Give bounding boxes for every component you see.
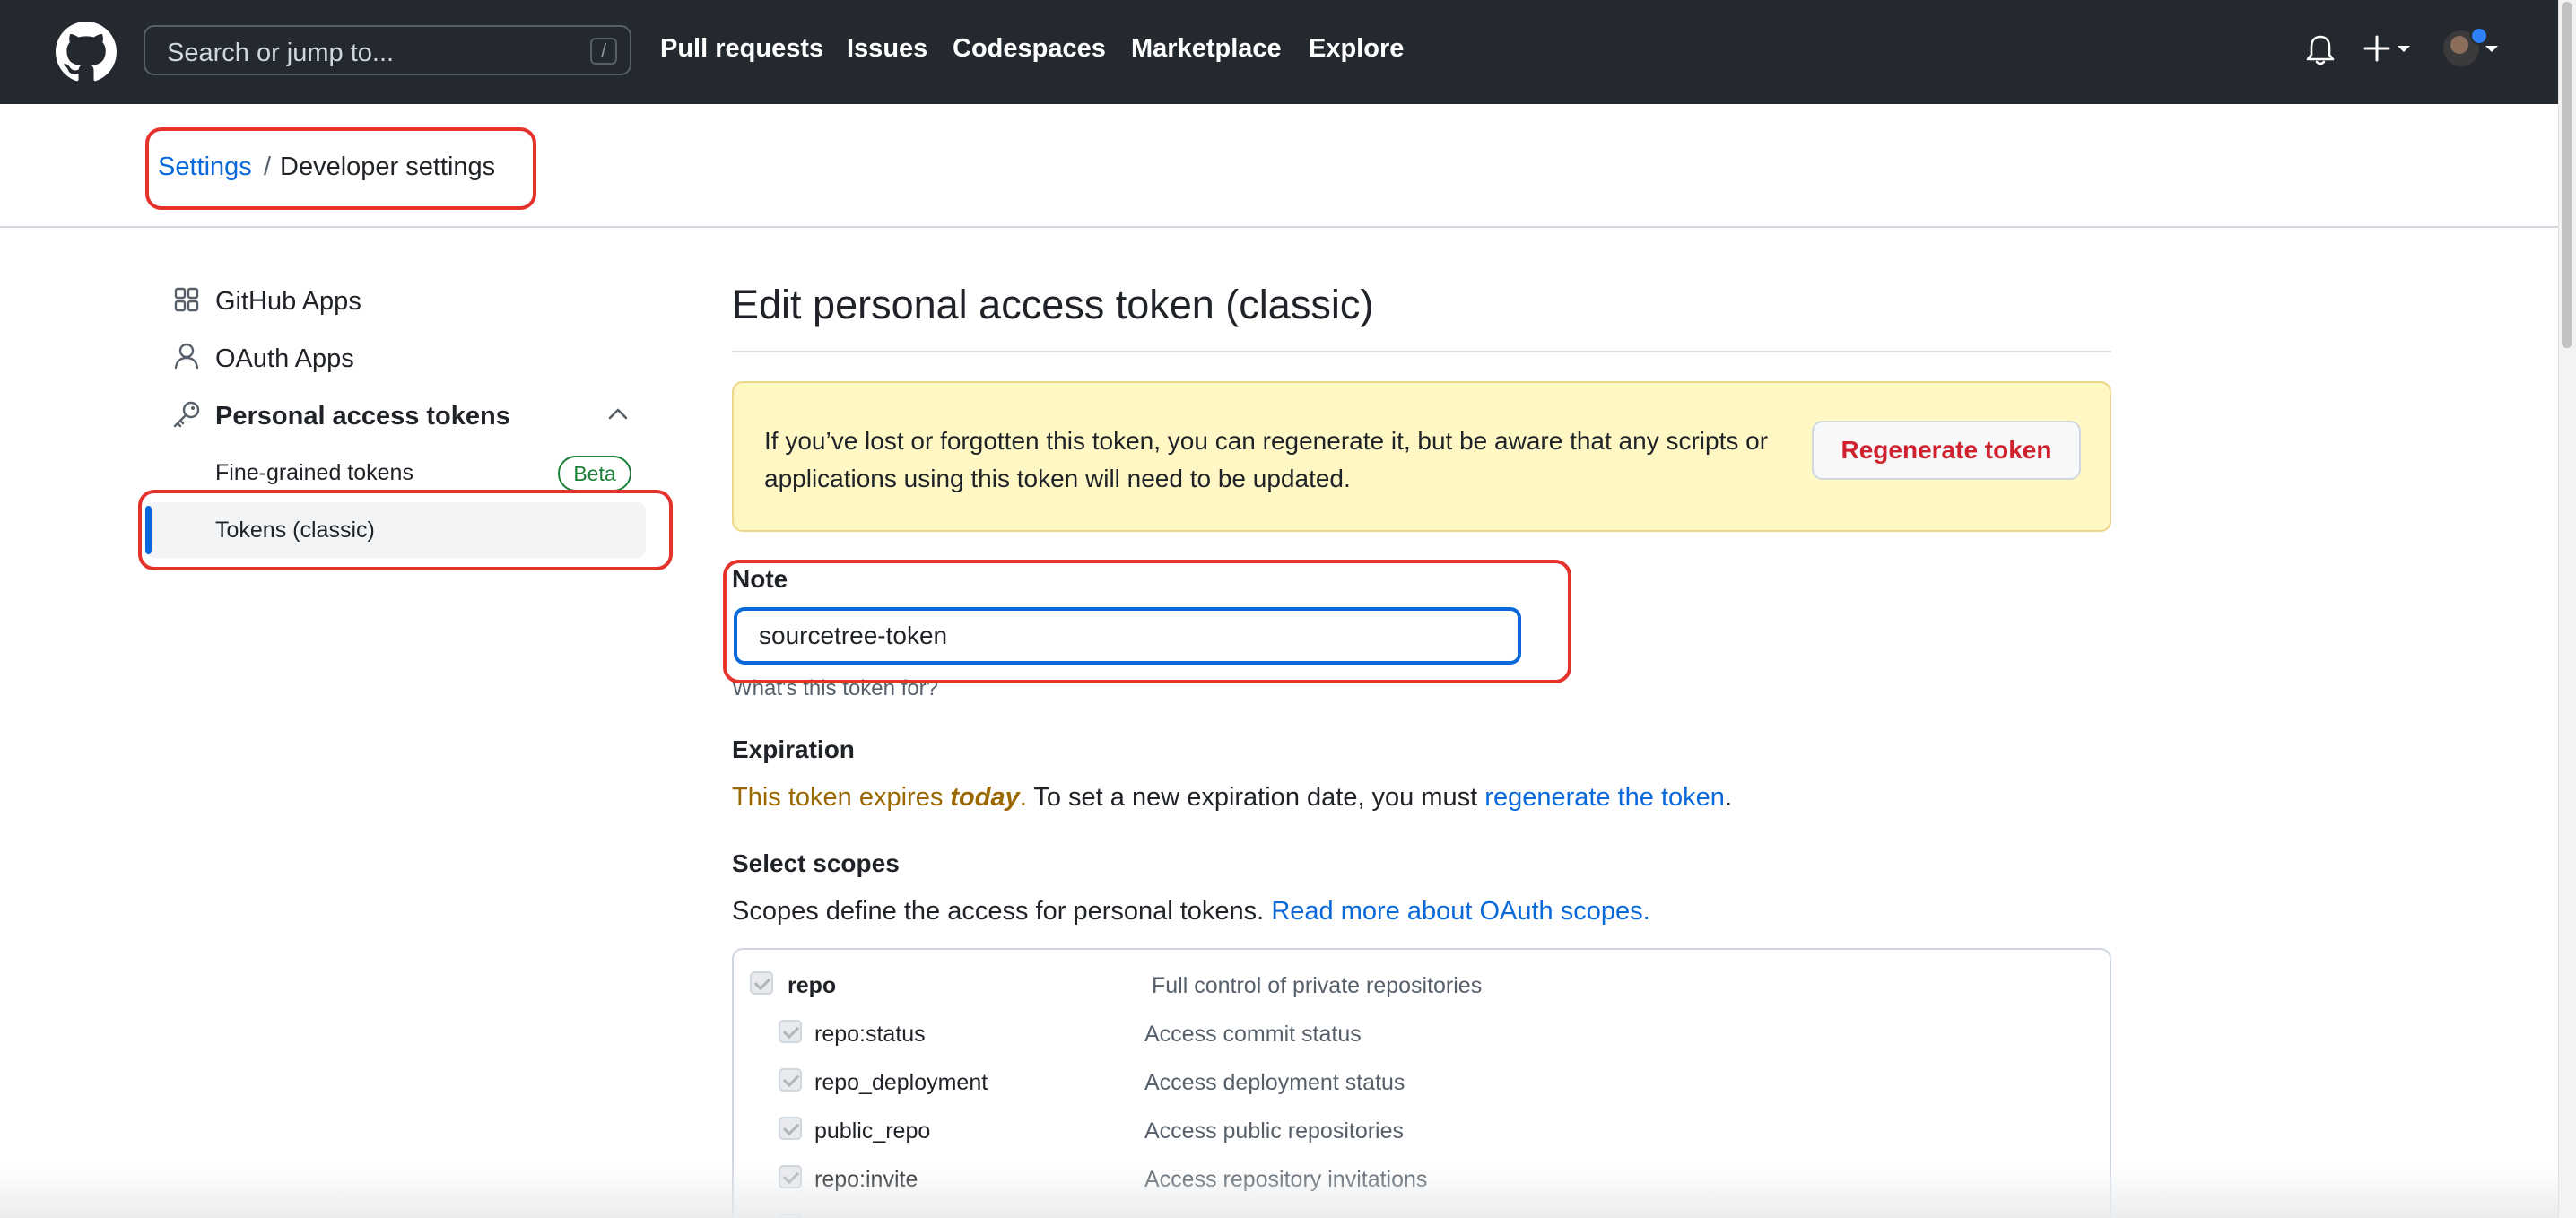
avatar-status-dot (2470, 27, 2488, 45)
scope-row: repo:invite Access repository invitation… (734, 1165, 2106, 1201)
regenerate-token-button[interactable]: Regenerate token (1812, 421, 2081, 480)
scope-description: Access repository invitations (1144, 1167, 1428, 1192)
scope-checkbox-repo-deployment[interactable] (779, 1068, 802, 1092)
scope-row: public_repo Access public repositories (734, 1117, 2106, 1153)
search-input[interactable]: Search or jump to... / (144, 25, 631, 75)
bell-icon[interactable] (2305, 32, 2336, 68)
scope-checkbox-repo[interactable] (750, 971, 773, 995)
flash-message: If you’ve lost or forgotten this token, … (764, 427, 1769, 492)
scope-checkbox-next[interactable] (779, 1214, 802, 1218)
scopes-description: Scopes define the access for personal to… (732, 897, 1650, 927)
annotation-box-breadcrumb (145, 127, 536, 210)
page-title: Edit personal access token (classic) (732, 282, 1374, 327)
scope-name: repo (788, 973, 837, 998)
sidebar-subitem-fine-grained-tokens[interactable]: Fine-grained tokens (215, 460, 413, 486)
page-scrollbar-thumb[interactable] (2562, 2, 2572, 348)
select-scopes-label: Select scopes (732, 849, 900, 877)
expiration-end: . (1724, 783, 1732, 812)
expiration-label: Expiration (732, 735, 855, 763)
expiration-warning: This token expires (732, 783, 951, 812)
create-dropdown-caret-icon[interactable] (2397, 45, 2411, 54)
github-logo-icon[interactable] (56, 22, 117, 83)
sidebar-item-personal-access-tokens[interactable]: Personal access tokens (215, 402, 510, 431)
warning-flash: If you’ve lost or forgotten this token, … (732, 381, 2111, 532)
oauth-scopes-link[interactable]: Read more about OAuth scopes. (1271, 897, 1649, 926)
annotation-box-tokens-classic (138, 490, 673, 570)
scope-name: repo:invite (814, 1167, 918, 1192)
apps-grid-icon (174, 287, 199, 312)
scope-checkbox-repo-invite[interactable] (779, 1165, 802, 1188)
scope-description: Access public repositories (1144, 1118, 1405, 1144)
scope-row: repo_deployment Access deployment status (734, 1068, 2106, 1104)
chevron-up-icon[interactable] (608, 407, 628, 420)
sidebar-item-oauth-apps[interactable]: OAuth Apps (215, 344, 354, 374)
expiration-instruction: To set a new expiration date, you must (1026, 783, 1485, 812)
beta-badge: Beta (558, 456, 631, 492)
nav-codespaces[interactable]: Codespaces (953, 34, 1106, 64)
search-placeholder: Search or jump to... (167, 39, 395, 67)
global-header: Search or jump to... / Pull requests Iss… (0, 0, 2558, 104)
scope-checkbox-public-repo[interactable] (779, 1117, 802, 1140)
scope-name: repo_deployment (814, 1070, 988, 1095)
title-divider (732, 351, 2111, 352)
scope-name: repo:status (814, 1022, 926, 1047)
sidebar-item-github-apps[interactable]: GitHub Apps (215, 287, 361, 317)
person-icon (174, 343, 199, 370)
expiration-today: today (950, 783, 1020, 812)
annotation-box-note (723, 560, 1571, 683)
scope-checkbox-repo-status[interactable] (779, 1020, 802, 1043)
regenerate-token-link[interactable]: regenerate the token (1484, 783, 1725, 812)
scopes-description-text: Scopes define the access for personal to… (732, 897, 1265, 926)
scope-description: Access commit status (1144, 1022, 1362, 1047)
user-menu-caret-icon[interactable] (2485, 45, 2499, 54)
nav-pull-requests[interactable]: Pull requests (660, 34, 823, 64)
scopes-list: repo Full control of private repositorie… (732, 948, 2111, 1218)
nav-marketplace[interactable]: Marketplace (1131, 34, 1282, 64)
scope-row (734, 1214, 2106, 1218)
scope-row: repo Full control of private repositorie… (734, 971, 2106, 1007)
scope-description: Full control of private repositories (1152, 973, 1483, 998)
key-icon (173, 401, 200, 428)
scope-name: public_repo (814, 1118, 931, 1144)
expiration-warning-period: . (1019, 783, 1027, 812)
nav-explore[interactable]: Explore (1309, 34, 1404, 64)
expiration-text: This token expires today. To set a new e… (732, 783, 1732, 813)
plus-icon[interactable] (2363, 34, 2391, 63)
scope-row: repo:status Access commit status (734, 1020, 2106, 1056)
nav-issues[interactable]: Issues (847, 34, 927, 64)
scope-description: Access deployment status (1144, 1070, 1405, 1095)
search-shortcut-key: / (590, 38, 617, 65)
